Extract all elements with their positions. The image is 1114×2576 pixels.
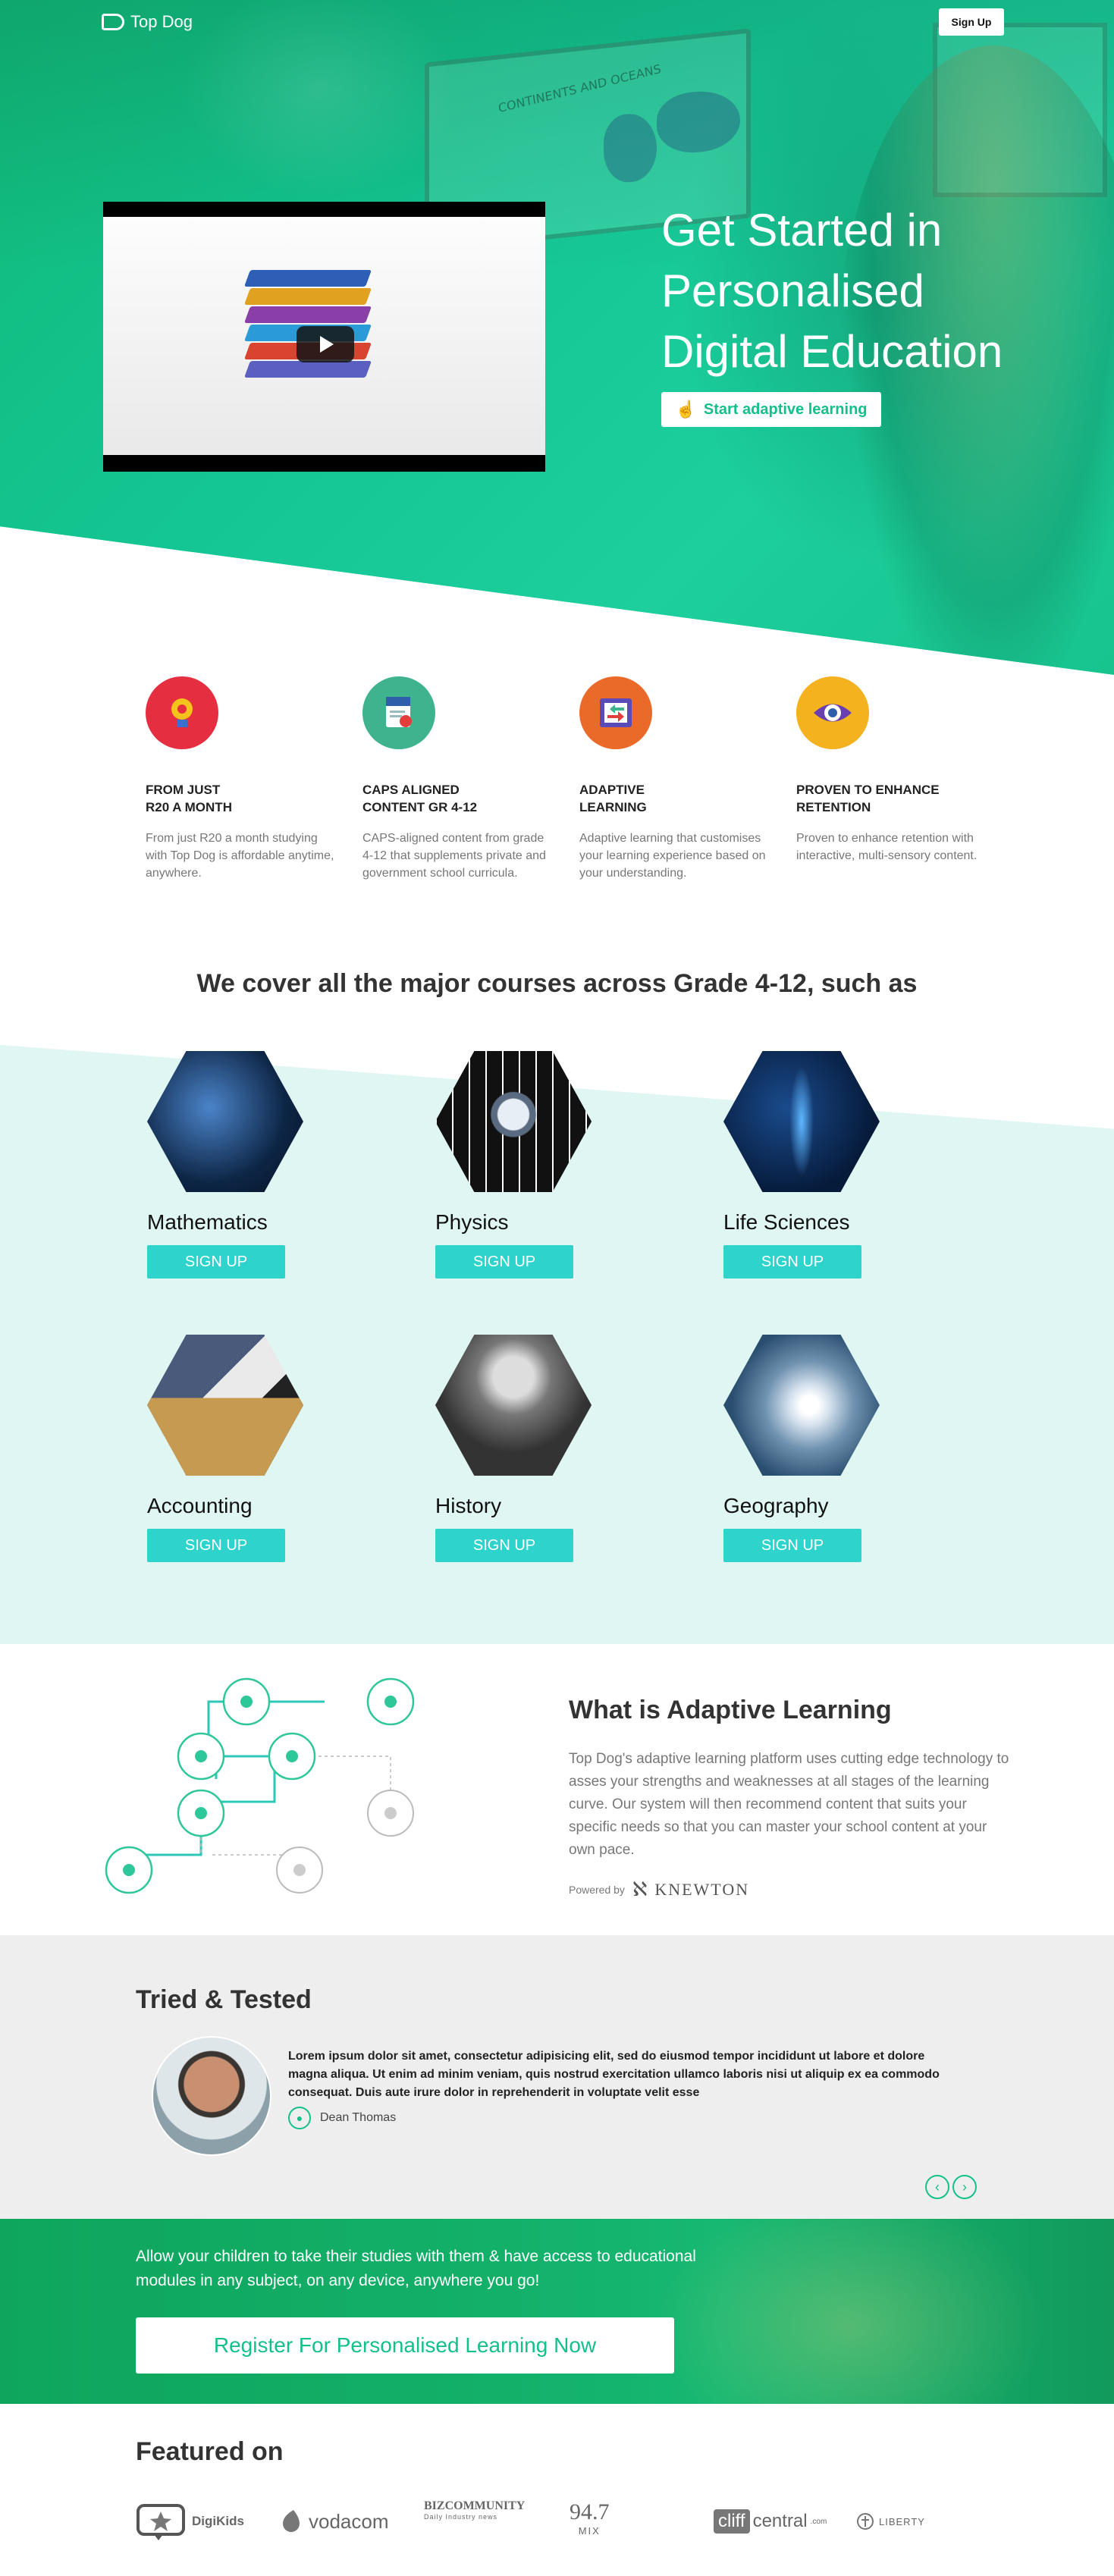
cliffcentral-name-part2: central (752, 2511, 808, 2531)
vodacom-logo[interactable]: vodacom (280, 2499, 389, 2543)
intro-video-player[interactable] (103, 202, 545, 472)
feature-text: Proven to enhance retention with interac… (796, 832, 977, 862)
course-name: Physics (435, 1210, 509, 1234)
radio-frequency: 94.7 (570, 2499, 610, 2524)
course-card-life-sciences: Life Sciences SIGN UP (723, 1051, 905, 1279)
testimonial-section: Tried & Tested Lorem ipsum dolor sit ame… (0, 1935, 1114, 2219)
cta-label: Start adaptive learning (703, 400, 868, 418)
course-card-physics: Physics SIGN UP (435, 1051, 617, 1279)
testimonial-title: Tried & Tested (136, 1985, 312, 2014)
featured-title: Featured on (136, 2437, 284, 2466)
course-name: Mathematics (147, 1210, 268, 1234)
feature-title: PROVEN TO ENHANCE RETENTION (796, 783, 940, 814)
bizcommunity-tagline: Daily Industry news (424, 2513, 498, 2521)
cliffcentral-name-part1: cliff (714, 2509, 750, 2534)
adaptive-learning-title: What is Adaptive Learning (569, 1696, 892, 1724)
register-button[interactable]: Register For Personalised Learning Now (136, 2317, 674, 2374)
signup-button-life-sciences[interactable]: SIGN UP (723, 1245, 861, 1279)
course-name: Geography (723, 1494, 829, 1517)
vodacom-name: vodacom (309, 2509, 389, 2533)
geography-image (723, 1335, 880, 1476)
feature-text: CAPS-aligned content from grade 4-12 tha… (362, 832, 546, 880)
feature-retention: PROVEN TO ENHANCE RETENTION Proven to en… (796, 676, 986, 864)
mathematics-image (147, 1051, 303, 1192)
adaptive-learning-diagram (105, 1677, 415, 1894)
chevron-left-icon[interactable]: ‹ (925, 2175, 949, 2199)
course-card-geography: Geography SIGN UP (723, 1335, 905, 1562)
cliffcentral-logo[interactable]: cliff central .com (714, 2499, 827, 2543)
powered-by: Powered by ℵ KNEWTON (569, 1878, 749, 1901)
play-icon[interactable] (297, 326, 354, 362)
adaptive-arrows-icon (579, 676, 652, 749)
chevron-right-icon[interactable]: › (952, 2175, 977, 2199)
life-sciences-image (723, 1051, 880, 1192)
physics-image (435, 1051, 592, 1192)
947-mix-logo[interactable]: 94.7 MIX (570, 2499, 610, 2543)
feature-title: CAPS ALIGNED CONTENT GR 4-12 (362, 783, 478, 814)
liberty-logo[interactable]: LIBERTY (856, 2499, 925, 2543)
tv-star-icon (137, 2504, 185, 2540)
map-caption: CONTINENTS AND OCEANS (497, 61, 662, 116)
course-name: Accounting (147, 1494, 253, 1517)
adaptive-learning-text: Top Dog's adaptive learning platform use… (569, 1751, 1009, 1858)
eye-icon (796, 676, 869, 749)
powered-by-label: Powered by (569, 1883, 625, 1896)
feature-affordable: FROM JUST R20 A MONTH From just R20 a mo… (146, 676, 335, 882)
feature-text: Adaptive learning that customises your l… (579, 832, 766, 880)
history-image (435, 1335, 592, 1476)
header-signup-button[interactable]: Sign Up (939, 8, 1004, 36)
cliffcentral-suffix: .com (810, 2517, 827, 2526)
signup-button-geography[interactable]: SIGN UP (723, 1529, 861, 1562)
course-card-history: History SIGN UP (435, 1335, 617, 1562)
feature-caps: CAPS ALIGNED CONTENT GR 4-12 CAPS-aligne… (362, 676, 552, 882)
radio-name: MIX (578, 2525, 601, 2537)
liberty-emblem-icon (857, 2513, 874, 2530)
pointer-hand-icon: ☝ (675, 400, 696, 419)
signup-button-accounting[interactable]: SIGN UP (147, 1529, 285, 1562)
testimonial-author: ● Dean Thomas (288, 2107, 396, 2129)
author-name: Dean Thomas (320, 2111, 397, 2124)
digikids-name: DigiKids (192, 2514, 244, 2528)
video-thumbnail (103, 217, 545, 455)
avatar (152, 2036, 271, 2156)
accounting-image (147, 1335, 303, 1476)
signup-button-physics[interactable]: SIGN UP (435, 1245, 573, 1279)
digikids-logo[interactable]: DigiKids (136, 2499, 244, 2543)
liberty-name: LIBERTY (879, 2515, 925, 2527)
bizcommunity-logo[interactable]: BIZCOMMUNITY Daily Industry news (424, 2499, 525, 2543)
feature-adaptive: ADAPTIVE LEARNING Adaptive learning that… (579, 676, 769, 882)
continent-shape (657, 86, 740, 157)
course-name: Life Sciences (723, 1210, 850, 1234)
knewton-logo[interactable]: KNEWTON (654, 1880, 749, 1900)
start-adaptive-learning-button[interactable]: ☝ Start adaptive learning (661, 392, 881, 427)
bizcommunity-name: BIZCOMMUNITY (424, 2499, 526, 2512)
certificate-icon (362, 676, 435, 749)
hero-title: Get Started in Personalised Digital Educ… (661, 205, 1003, 377)
course-card-accounting: Accounting SIGN UP (147, 1335, 329, 1562)
featured-logos: DigiKids vodacom BIZCOMMUNITY Daily Indu… (136, 2499, 970, 2545)
register-cta-band: Allow your children to take their studie… (0, 2219, 1114, 2404)
courses-heading: We cover all the major courses across Gr… (196, 969, 918, 998)
top-dog-logo-icon (102, 14, 124, 30)
signup-button-history[interactable]: SIGN UP (435, 1529, 573, 1562)
course-card-mathematics: Mathematics SIGN UP (147, 1051, 329, 1279)
feature-title: ADAPTIVE LEARNING (579, 783, 647, 814)
brand-logo[interactable]: Top Dog (102, 12, 193, 32)
band-text: Allow your children to take their studie… (136, 2248, 696, 2289)
course-name: History (435, 1494, 502, 1517)
feature-title: FROM JUST R20 A MONTH (146, 783, 232, 814)
signup-button-mathematics[interactable]: SIGN UP (147, 1245, 285, 1279)
vodacom-drop-icon (283, 2510, 300, 2532)
brand-name: Top Dog (130, 12, 193, 31)
user-icon: ● (288, 2107, 311, 2129)
continent-shape (604, 111, 657, 185)
feature-text: From just R20 a month studying with Top … (146, 832, 334, 880)
testimonial-quote: Lorem ipsum dolor sit amet, consectetur … (288, 2050, 940, 2099)
knewton-logo-icon: ℵ (632, 1878, 648, 1900)
lightbulb-icon (146, 676, 218, 749)
